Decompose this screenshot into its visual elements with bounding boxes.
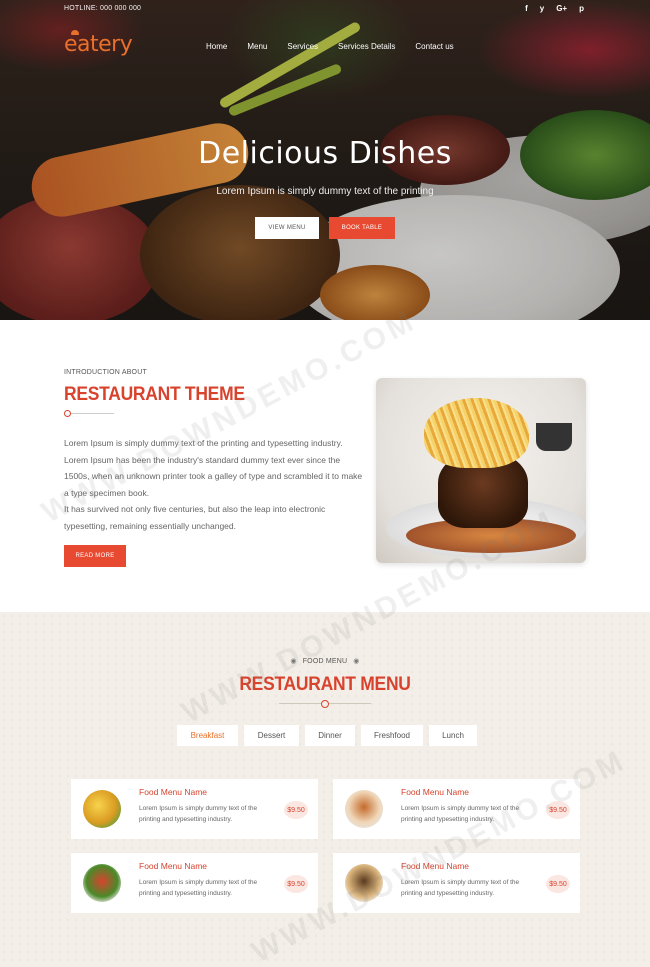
menu-item-name: Food Menu Name bbox=[139, 787, 208, 797]
facebook-icon[interactable]: f bbox=[525, 4, 528, 13]
hero-title: Delicious Dishes bbox=[198, 136, 452, 171]
menu-item-desc: Lorem Ipsum is simply dummy text of the … bbox=[139, 805, 258, 823]
read-more-button[interactable]: READ MORE bbox=[64, 545, 126, 567]
divider-dot bbox=[64, 410, 71, 417]
nav-contact-us[interactable]: Contact us bbox=[415, 42, 453, 51]
logo-text: eatery bbox=[64, 32, 133, 57]
tab-freshfood[interactable]: Freshfood bbox=[361, 725, 423, 746]
dish-topping bbox=[424, 398, 529, 468]
menu-item-desc: Lorem Ipsum is simply dummy text of the … bbox=[401, 805, 520, 823]
social-links: f y G+ p bbox=[525, 4, 584, 13]
eye-icon: ◉ bbox=[290, 658, 297, 665]
menu-item-image bbox=[345, 790, 383, 828]
nav-menu[interactable]: Menu bbox=[247, 42, 267, 51]
nav-services-details[interactable]: Services Details bbox=[338, 42, 395, 51]
tab-dinner[interactable]: Dinner bbox=[305, 725, 355, 746]
menu-kicker: ◉ FOOD MENU ◉ bbox=[0, 657, 650, 665]
intro-paragraph-2: It has survived not only five centuries,… bbox=[64, 504, 326, 531]
chef-hat-icon bbox=[71, 30, 79, 35]
intro-dish-image bbox=[376, 378, 586, 563]
menu-title-divider bbox=[279, 700, 371, 708]
menu-item-desc: Lorem Ipsum is simply dummy text of the … bbox=[139, 879, 258, 897]
hero-banner: HOTLINE: 000 000 000 f y G+ p eatery Hom… bbox=[0, 0, 650, 320]
google-plus-icon[interactable]: G+ bbox=[556, 4, 567, 13]
top-bar: HOTLINE: 000 000 000 f y G+ p bbox=[0, 0, 650, 20]
nav-services[interactable]: Services bbox=[287, 42, 318, 51]
menu-item-name: Food Menu Name bbox=[139, 861, 208, 871]
menu-item-card[interactable]: Food Menu Name Lorem Ipsum is simply dum… bbox=[71, 853, 318, 913]
tab-lunch[interactable]: Lunch bbox=[429, 725, 477, 746]
divider-line bbox=[70, 413, 114, 414]
menu-item-image bbox=[83, 790, 121, 828]
menu-item-card[interactable]: Food Menu Name Lorem Ipsum is simply dum… bbox=[71, 779, 318, 839]
hero-subtitle: Lorem Ipsum is simply dummy text of the … bbox=[216, 186, 434, 197]
menu-item-image bbox=[345, 864, 383, 902]
title-divider bbox=[64, 410, 114, 418]
menu-item-price: $9.50 bbox=[546, 875, 570, 893]
tab-breakfast[interactable]: Breakfast bbox=[177, 725, 238, 746]
menu-item-desc: Lorem Ipsum is simply dummy text of the … bbox=[401, 879, 520, 897]
intro-paragraph-1: Lorem Ipsum is simply dummy text of the … bbox=[64, 438, 363, 498]
intro-title: RESTAURANT THEME bbox=[64, 384, 245, 405]
pinterest-icon[interactable]: p bbox=[579, 4, 584, 13]
hotline-text: HOTLINE: 000 000 000 bbox=[64, 5, 142, 12]
dish-sauce-cup bbox=[536, 423, 572, 451]
menu-item-price: $9.50 bbox=[546, 801, 570, 819]
menu-item-price: $9.50 bbox=[284, 801, 308, 819]
nav-home[interactable]: Home bbox=[206, 42, 227, 51]
tab-dessert[interactable]: Dessert bbox=[244, 725, 299, 746]
menu-item-price: $9.50 bbox=[284, 875, 308, 893]
site-logo[interactable]: eatery bbox=[64, 30, 133, 57]
intro-kicker: INTRODUCTION ABOUT bbox=[64, 369, 147, 376]
book-table-button[interactable]: BOOK TABLE bbox=[329, 217, 395, 239]
menu-kicker-text: FOOD MENU bbox=[302, 658, 348, 665]
eye-icon: ◉ bbox=[353, 658, 360, 665]
menu-item-card[interactable]: Food Menu Name Lorem Ipsum is simply dum… bbox=[333, 779, 580, 839]
twitter-icon[interactable]: y bbox=[540, 4, 544, 13]
menu-title: RESTAURANT MENU bbox=[239, 674, 411, 695]
menu-item-name: Food Menu Name bbox=[401, 787, 470, 797]
intro-body: Lorem Ipsum is simply dummy text of the … bbox=[64, 435, 364, 534]
menu-item-name: Food Menu Name bbox=[401, 861, 470, 871]
menu-tabs: Breakfast Dessert Dinner Freshfood Lunch bbox=[177, 725, 477, 746]
divider-dot bbox=[321, 700, 329, 708]
view-menu-button[interactable]: VIEW MENU bbox=[255, 217, 319, 239]
main-nav: Home Menu Services Services Details Cont… bbox=[206, 42, 454, 51]
menu-item-card[interactable]: Food Menu Name Lorem Ipsum is simply dum… bbox=[333, 853, 580, 913]
menu-item-image bbox=[83, 864, 121, 902]
